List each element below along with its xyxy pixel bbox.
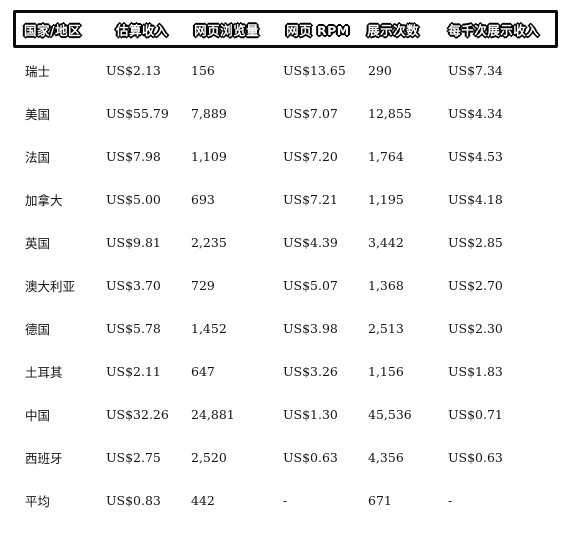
cell-impression-rpm: -: [448, 493, 453, 508]
cell-impressions: 45,536: [368, 407, 412, 422]
table-row: 西班牙 US$2.75 2,520 US$0.63 4,356 US$0.63: [13, 436, 558, 479]
cell-page-rpm: US$3.98: [283, 321, 338, 336]
cell-country: 加拿大: [25, 193, 63, 208]
revenue-by-country-table: 国家/地区 估算收入 网页浏览量 网页 RPM 展示次数 每千次展示收入 瑞士 U…: [13, 10, 558, 522]
header-estimated-revenue[interactable]: 估算收入: [108, 20, 192, 39]
cell-country: 法国: [25, 150, 51, 165]
cell-country: 瑞士: [25, 64, 51, 79]
cell-impressions: 290: [368, 63, 392, 78]
cell-estimated-revenue: US$55.79: [106, 106, 169, 121]
cell-impressions: 1,156: [368, 364, 404, 379]
cell-impression-rpm: US$7.34: [448, 63, 503, 78]
cell-page-views: 7,889: [191, 106, 227, 121]
cell-estimated-revenue: US$2.13: [106, 63, 161, 78]
cell-impression-rpm: US$0.71: [448, 407, 503, 422]
cell-impressions: 3,442: [368, 235, 404, 250]
cell-country: 平均: [25, 494, 51, 509]
cell-page-rpm: US$7.07: [283, 106, 338, 121]
cell-country: 中国: [25, 408, 51, 423]
cell-impressions: 2,513: [368, 321, 404, 336]
table-row: 澳大利亚 US$3.70 729 US$5.07 1,368 US$2.70: [13, 264, 558, 307]
header-page-views[interactable]: 网页浏览量: [192, 20, 283, 39]
cell-country: 土耳其: [25, 365, 63, 380]
cell-estimated-revenue: US$5.78: [106, 321, 161, 336]
cell-page-rpm: US$13.65: [283, 63, 346, 78]
cell-country: 澳大利亚: [25, 279, 76, 294]
cell-estimated-revenue: US$2.11: [106, 364, 161, 379]
table-row: 中国 US$32.26 24,881 US$1.30 45,536 US$0.71: [13, 393, 558, 436]
cell-page-rpm: -: [283, 493, 288, 508]
cell-page-views: 729: [191, 278, 215, 293]
cell-estimated-revenue: US$9.81: [106, 235, 161, 250]
table-row: 英国 US$9.81 2,235 US$4.39 3,442 US$2.85: [13, 221, 558, 264]
table-row: 平均 US$0.83 442 - 671 -: [13, 479, 558, 522]
table-row: 美国 US$55.79 7,889 US$7.07 12,855 US$4.34: [13, 92, 558, 135]
header-page-rpm[interactable]: 网页 RPM: [283, 20, 367, 39]
cell-impression-rpm: US$4.34: [448, 106, 503, 121]
cell-country: 西班牙: [25, 451, 63, 466]
cell-page-views: 1,452: [191, 321, 227, 336]
cell-page-rpm: US$4.39: [283, 235, 338, 250]
cell-page-rpm: US$7.20: [283, 149, 338, 164]
cell-page-views: 693: [191, 192, 215, 207]
cell-impressions: 1,368: [368, 278, 404, 293]
header-impressions[interactable]: 展示次数: [367, 20, 446, 39]
cell-impressions: 1,764: [368, 149, 404, 164]
cell-page-views: 647: [191, 364, 215, 379]
cell-page-rpm: US$5.07: [283, 278, 338, 293]
cell-estimated-revenue: US$3.70: [106, 278, 161, 293]
cell-page-views: 24,881: [191, 407, 235, 422]
cell-estimated-revenue: US$0.83: [106, 493, 161, 508]
table-row: 瑞士 US$2.13 156 US$13.65 290 US$7.34: [13, 49, 558, 92]
cell-estimated-revenue: US$5.00: [106, 192, 161, 207]
table-row: 土耳其 US$2.11 647 US$3.26 1,156 US$1.83: [13, 350, 558, 393]
cell-page-views: 442: [191, 493, 215, 508]
table-row: 法国 US$7.98 1,109 US$7.20 1,764 US$4.53: [13, 135, 558, 178]
cell-estimated-revenue: US$2.75: [106, 450, 161, 465]
cell-country: 美国: [25, 107, 51, 122]
header-impression-rpm[interactable]: 每千次展示收入: [446, 20, 555, 39]
cell-page-views: 1,109: [191, 149, 227, 164]
cell-impression-rpm: US$2.70: [448, 278, 503, 293]
cell-page-views: 2,520: [191, 450, 227, 465]
cell-page-views: 2,235: [191, 235, 227, 250]
cell-page-views: 156: [191, 63, 215, 78]
cell-estimated-revenue: US$7.98: [106, 149, 161, 164]
cell-impression-rpm: US$4.53: [448, 149, 503, 164]
table-row: 加拿大 US$5.00 693 US$7.21 1,195 US$4.18: [13, 178, 558, 221]
cell-page-rpm: US$1.30: [283, 407, 338, 422]
cell-impressions: 1,195: [368, 192, 404, 207]
cell-page-rpm: US$7.21: [283, 192, 338, 207]
header-country[interactable]: 国家/地区: [16, 20, 108, 39]
cell-impressions: 12,855: [368, 106, 412, 121]
cell-impression-rpm: US$0.63: [448, 450, 503, 465]
cell-impressions: 671: [368, 493, 392, 508]
cell-impression-rpm: US$1.83: [448, 364, 503, 379]
cell-estimated-revenue: US$32.26: [106, 407, 169, 422]
cell-page-rpm: US$3.26: [283, 364, 338, 379]
table-row: 德国 US$5.78 1,452 US$3.98 2,513 US$2.30: [13, 307, 558, 350]
cell-country: 德国: [25, 322, 51, 337]
cell-impression-rpm: US$2.30: [448, 321, 503, 336]
cell-impressions: 4,356: [368, 450, 404, 465]
cell-impression-rpm: US$2.85: [448, 235, 503, 250]
cell-country: 英国: [25, 236, 51, 251]
table-body: 瑞士 US$2.13 156 US$13.65 290 US$7.34 美国 US$55.79…: [13, 49, 558, 522]
cell-impression-rpm: US$4.18: [448, 192, 503, 207]
cell-page-rpm: US$0.63: [283, 450, 338, 465]
table-header: 国家/地区 估算收入 网页浏览量 网页 RPM 展示次数 每千次展示收入: [13, 10, 558, 48]
